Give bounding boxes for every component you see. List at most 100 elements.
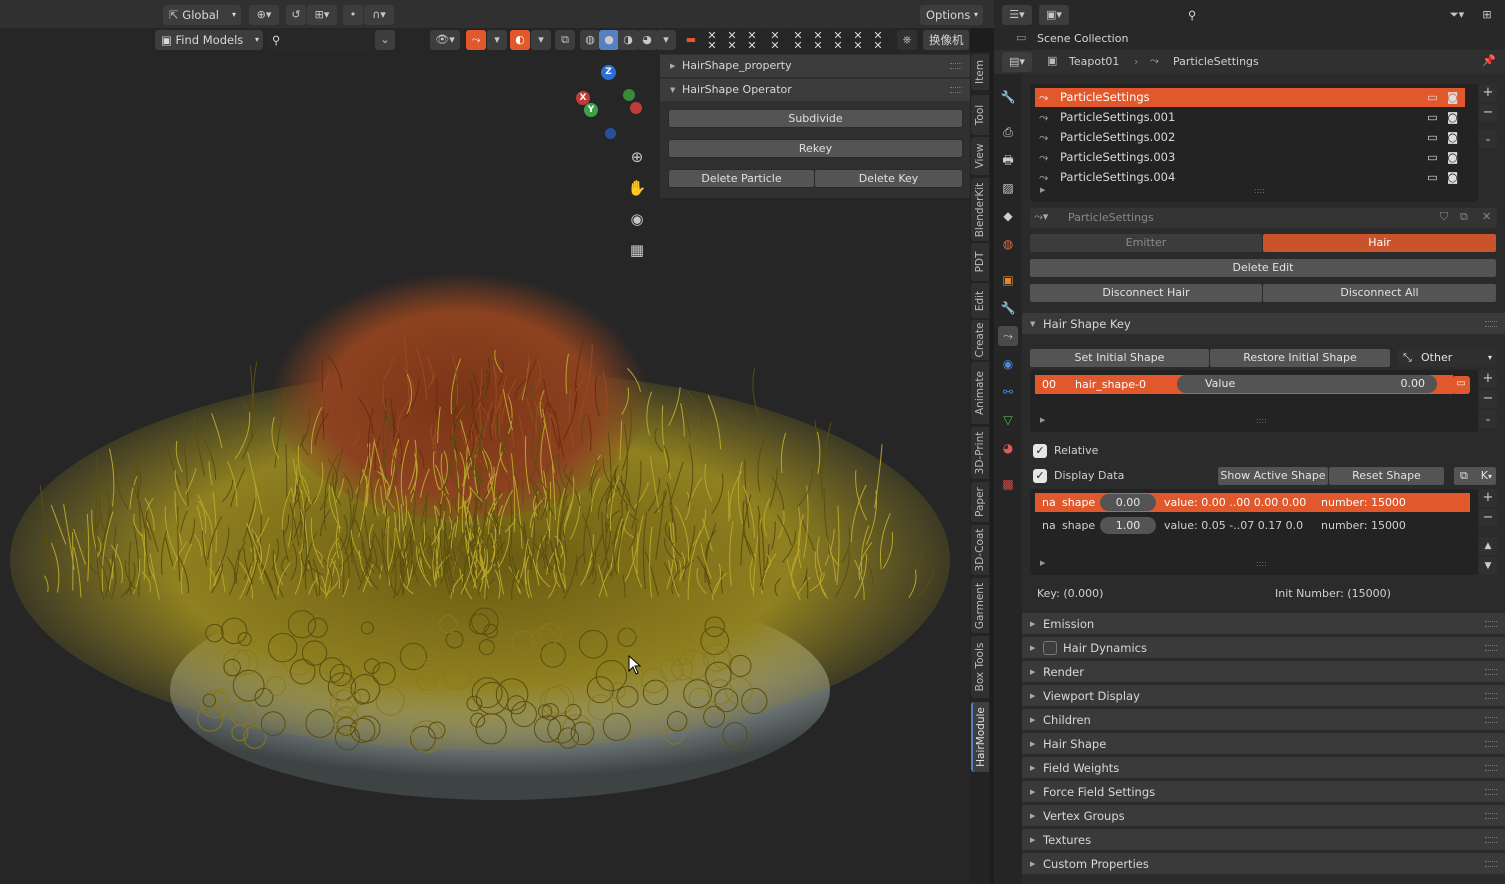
camera-icon[interactable]: ◙ bbox=[1447, 88, 1458, 107]
sidebar-tab-item[interactable]: Item bbox=[971, 54, 989, 90]
camera-icon[interactable]: ◙ bbox=[1447, 108, 1458, 127]
display-data-checkbox[interactable]: ✓ bbox=[1033, 469, 1047, 483]
section-textures[interactable]: ▶ Textures bbox=[1022, 829, 1505, 851]
monitor-icon[interactable]: ▭ bbox=[1427, 148, 1438, 167]
particles-tab-icon[interactable]: ⤳ bbox=[998, 326, 1018, 346]
resize-grip-icon[interactable]: :::: bbox=[1254, 186, 1265, 195]
camera-switch-button[interactable]: 换像机 bbox=[923, 30, 969, 50]
drag-handle-icon[interactable] bbox=[1485, 741, 1497, 747]
camera-icon[interactable]: ◙ bbox=[1447, 128, 1458, 147]
grid-perspective-icon[interactable]: ▦ bbox=[625, 238, 649, 262]
close-x-icon[interactable]: ✕ ✕ bbox=[791, 30, 805, 51]
monitor-icon[interactable]: ▭ bbox=[1427, 168, 1438, 187]
relative-checkbox[interactable]: ✓ bbox=[1033, 444, 1047, 458]
constraints-icon[interactable]: ⚯ bbox=[998, 382, 1018, 402]
section-force-field-settings[interactable]: ▶ Force Field Settings bbox=[1022, 781, 1505, 803]
display-mode-icon[interactable]: ▣▾ bbox=[1039, 5, 1069, 25]
section-hair-dynamics[interactable]: ▶ Hair Dynamics bbox=[1022, 637, 1505, 659]
monitor-icon[interactable]: ▭ bbox=[1427, 108, 1438, 127]
add-slot-icon[interactable]: + bbox=[1479, 84, 1497, 102]
drag-handle-icon[interactable] bbox=[1485, 645, 1497, 651]
xray-icon[interactable]: ⧉ bbox=[555, 30, 575, 50]
gizmo-neg-x[interactable] bbox=[630, 102, 642, 114]
expand-icon[interactable]: ▶ bbox=[1040, 186, 1045, 194]
visibility-eye-icon[interactable]: 👁▾ bbox=[430, 30, 460, 50]
k-dropdown[interactable]: ⧉ K▾ bbox=[1453, 466, 1497, 486]
specials-menu-icon[interactable]: ⌄ bbox=[1479, 410, 1497, 428]
close-x-icon[interactable]: ✕ ✕ bbox=[768, 30, 782, 51]
sidebar-tab-paper[interactable]: Paper bbox=[971, 482, 989, 522]
solid-shading-icon[interactable]: ● bbox=[599, 30, 619, 50]
shape-key-name[interactable]: hair_shape-0 bbox=[1075, 378, 1146, 391]
sidebar-tab-view[interactable]: View bbox=[971, 137, 989, 175]
resize-grip-icon[interactable]: :::: bbox=[1256, 559, 1267, 568]
new-collection-icon[interactable]: ⊞ bbox=[1475, 5, 1499, 25]
section-emission[interactable]: ▶ Emission bbox=[1022, 613, 1505, 635]
section-hair-shape[interactable]: ▶ Hair Shape bbox=[1022, 733, 1505, 755]
hairshape-operator-panel[interactable]: ▼ HairShape Operator bbox=[660, 79, 970, 101]
particle-system-item[interactable]: ⤳ ParticleSettings.002 ▭ ◙ bbox=[1035, 128, 1465, 147]
add-data-icon[interactable]: + bbox=[1479, 489, 1497, 507]
close-x-icon[interactable]: ✕ ✕ bbox=[705, 30, 719, 51]
camera-icon[interactable]: ◙ bbox=[1447, 148, 1458, 167]
chevron-down-icon[interactable]: ▾ bbox=[487, 30, 507, 50]
section-viewport-display[interactable]: ▶ Viewport Display bbox=[1022, 685, 1505, 707]
sidebar-tab-blenderkit[interactable]: BlenderKit bbox=[971, 178, 989, 241]
close-x-icon[interactable]: ✕ ✕ bbox=[851, 30, 865, 51]
remove-data-icon[interactable]: − bbox=[1479, 509, 1497, 527]
restore-initial-shape-button[interactable]: Restore Initial Shape bbox=[1209, 348, 1391, 368]
monitor-icon[interactable]: ▭ bbox=[1427, 88, 1438, 107]
close-x-icon[interactable]: ✕ ✕ bbox=[811, 30, 825, 51]
drag-handle-icon[interactable] bbox=[950, 63, 962, 69]
drag-handle-icon[interactable] bbox=[1485, 789, 1497, 795]
snap-rotate-icon[interactable]: ↺ bbox=[286, 5, 306, 25]
expand-icon[interactable]: ▶ bbox=[1040, 416, 1045, 424]
drag-handle-icon[interactable] bbox=[1485, 861, 1497, 867]
drag-handle-icon[interactable] bbox=[1485, 765, 1497, 771]
shape-data-row[interactable]: na shape 0.00 value: 0.00 ..00 0.00 0.00 num… bbox=[1035, 493, 1470, 512]
pan-hand-icon[interactable]: ✋ bbox=[625, 176, 649, 200]
rekey-button[interactable]: Rekey bbox=[668, 139, 963, 158]
monitor-toggle-icon[interactable]: ▭ bbox=[1452, 376, 1470, 394]
section-children[interactable]: ▶ Children bbox=[1022, 709, 1505, 731]
view-layer-icon[interactable]: ▨ bbox=[998, 178, 1018, 198]
world-icon[interactable]: ◍ bbox=[998, 234, 1018, 254]
wireframe-shading-icon[interactable]: ◍ bbox=[580, 30, 600, 50]
orientation-dropdown[interactable]: ⇱ Global ▾ bbox=[163, 5, 241, 25]
row-value-field[interactable]: 1.00 bbox=[1100, 517, 1156, 534]
sidebar-tab-tool[interactable]: Tool bbox=[971, 95, 989, 135]
find-models-dropdown[interactable]: ▣ Find Models ▾ bbox=[155, 30, 263, 50]
options-dropdown[interactable]: Options ▾ bbox=[920, 5, 983, 25]
gizmo-neg-y[interactable] bbox=[623, 89, 635, 101]
scene-icon[interactable]: ◆ bbox=[998, 206, 1018, 226]
sidebar-tab-hairmodule[interactable]: HairModule bbox=[971, 702, 989, 772]
gizmo-z-axis[interactable]: Z bbox=[601, 65, 616, 80]
delete-particle-button[interactable]: Delete Particle bbox=[668, 169, 815, 188]
zoom-icon[interactable]: ⊕ bbox=[625, 145, 649, 169]
move-up-icon[interactable]: ▲ bbox=[1479, 537, 1497, 555]
drag-handle-icon[interactable] bbox=[1485, 321, 1497, 327]
gizmo-y-axis[interactable]: Y bbox=[584, 103, 598, 117]
scene-collection-label[interactable]: Scene Collection bbox=[1037, 32, 1128, 45]
camera-switch-icon[interactable]: ⎈ bbox=[897, 30, 917, 50]
drag-handle-icon[interactable] bbox=[1485, 837, 1497, 843]
section-custom-properties[interactable]: ▶ Custom Properties bbox=[1022, 853, 1505, 875]
emitter-tab[interactable]: Emitter bbox=[1029, 233, 1263, 253]
subdivide-button[interactable]: Subdivide bbox=[668, 109, 963, 128]
render-icon[interactable]: ⎙ bbox=[998, 122, 1018, 142]
drag-handle-icon[interactable] bbox=[950, 87, 962, 93]
section-render[interactable]: ▶ Render bbox=[1022, 661, 1505, 683]
section-vertex-groups[interactable]: ▶ Vertex Groups bbox=[1022, 805, 1505, 827]
shape-data-row[interactable]: na shape 1.00 value: 0.05 -..07 0.17 0.0 num… bbox=[1035, 516, 1470, 535]
sidebar-tab-3d-print[interactable]: 3D-Print bbox=[971, 427, 989, 479]
modifier-icon[interactable]: 🔧 bbox=[998, 298, 1018, 318]
search-input[interactable]: ⚲ bbox=[266, 30, 372, 50]
falloff-icon[interactable]: ∩▾ bbox=[364, 5, 394, 25]
disconnect-all-button[interactable]: Disconnect All bbox=[1262, 283, 1497, 303]
sidebar-tab-3d-coat[interactable]: 3D-Coat bbox=[971, 525, 989, 575]
expand-icon[interactable]: ▶ bbox=[1040, 559, 1045, 567]
monitor-icon[interactable]: ▭ bbox=[1427, 128, 1438, 147]
specials-menu-icon[interactable]: ⌄ bbox=[1479, 130, 1497, 148]
camera-view-icon[interactable]: ◉ bbox=[625, 207, 649, 231]
hairshape-property-panel[interactable]: ▶ HairShape_property bbox=[660, 55, 970, 77]
